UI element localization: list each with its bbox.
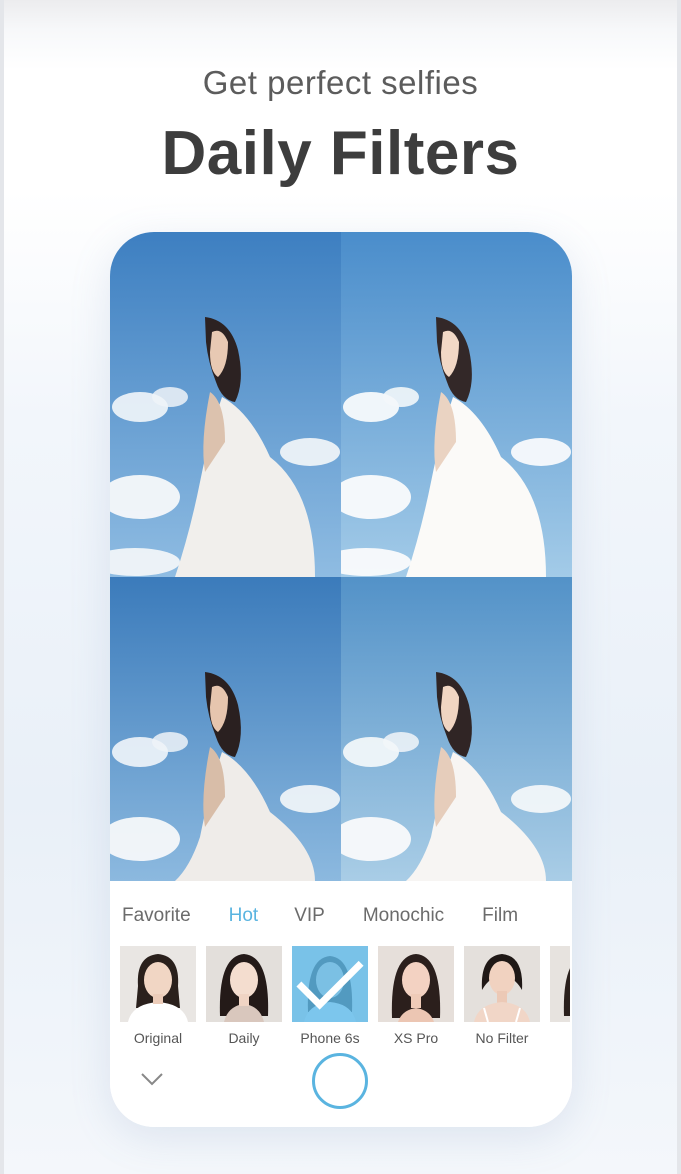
phone-mockup: Favorite Hot VIP Monochic Film Original	[110, 232, 572, 1127]
filter-thumbnail	[206, 946, 282, 1022]
filter-label: No Filter	[475, 1030, 529, 1046]
preview-photo-4	[341, 577, 572, 881]
filter-thumbnail	[120, 946, 196, 1022]
chevron-down-icon[interactable]	[140, 1071, 164, 1087]
filter-phone-6s[interactable]: Phone 6s	[292, 946, 368, 1046]
filter-label: Phone 6s	[300, 1030, 360, 1046]
header-title: Daily Filters	[161, 119, 520, 188]
filter-label: XS Pro	[393, 1030, 439, 1046]
preview-photo-2	[341, 232, 572, 577]
filter-thumbnail	[378, 946, 454, 1022]
filter-original[interactable]: Original	[120, 946, 196, 1046]
filter-thumbnail	[464, 946, 540, 1022]
check-icon	[292, 946, 368, 1022]
filter-label: Original	[133, 1030, 183, 1046]
tab-film[interactable]: Film	[482, 905, 518, 931]
preview-photo-3	[110, 577, 341, 881]
filter-preview-grid	[110, 232, 572, 881]
tab-vip[interactable]: VIP	[294, 905, 325, 931]
tab-hot[interactable]: Hot	[229, 905, 259, 931]
filter-next-partial[interactable]	[550, 946, 570, 1022]
filter-daily[interactable]: Daily	[206, 946, 282, 1046]
tab-monochic[interactable]: Monochic	[363, 905, 444, 931]
header-subtitle: Get perfect selfies	[202, 64, 479, 101]
filter-thumbnail	[292, 946, 368, 1022]
shutter-button[interactable]	[312, 1053, 368, 1109]
filter-thumbnail	[550, 946, 570, 1022]
filter-category-tabs: Favorite Hot VIP Monochic Film	[122, 905, 572, 931]
filter-label: Daily	[228, 1030, 260, 1046]
filter-no-filter[interactable]: No Filter	[464, 946, 540, 1046]
preview-photo-1	[110, 232, 341, 577]
tab-favorite[interactable]: Favorite	[122, 905, 191, 931]
filter-thumbnails: Original Daily Phone 6s XS Pro No Filter	[120, 946, 572, 1056]
filter-xs-pro[interactable]: XS Pro	[378, 946, 454, 1046]
